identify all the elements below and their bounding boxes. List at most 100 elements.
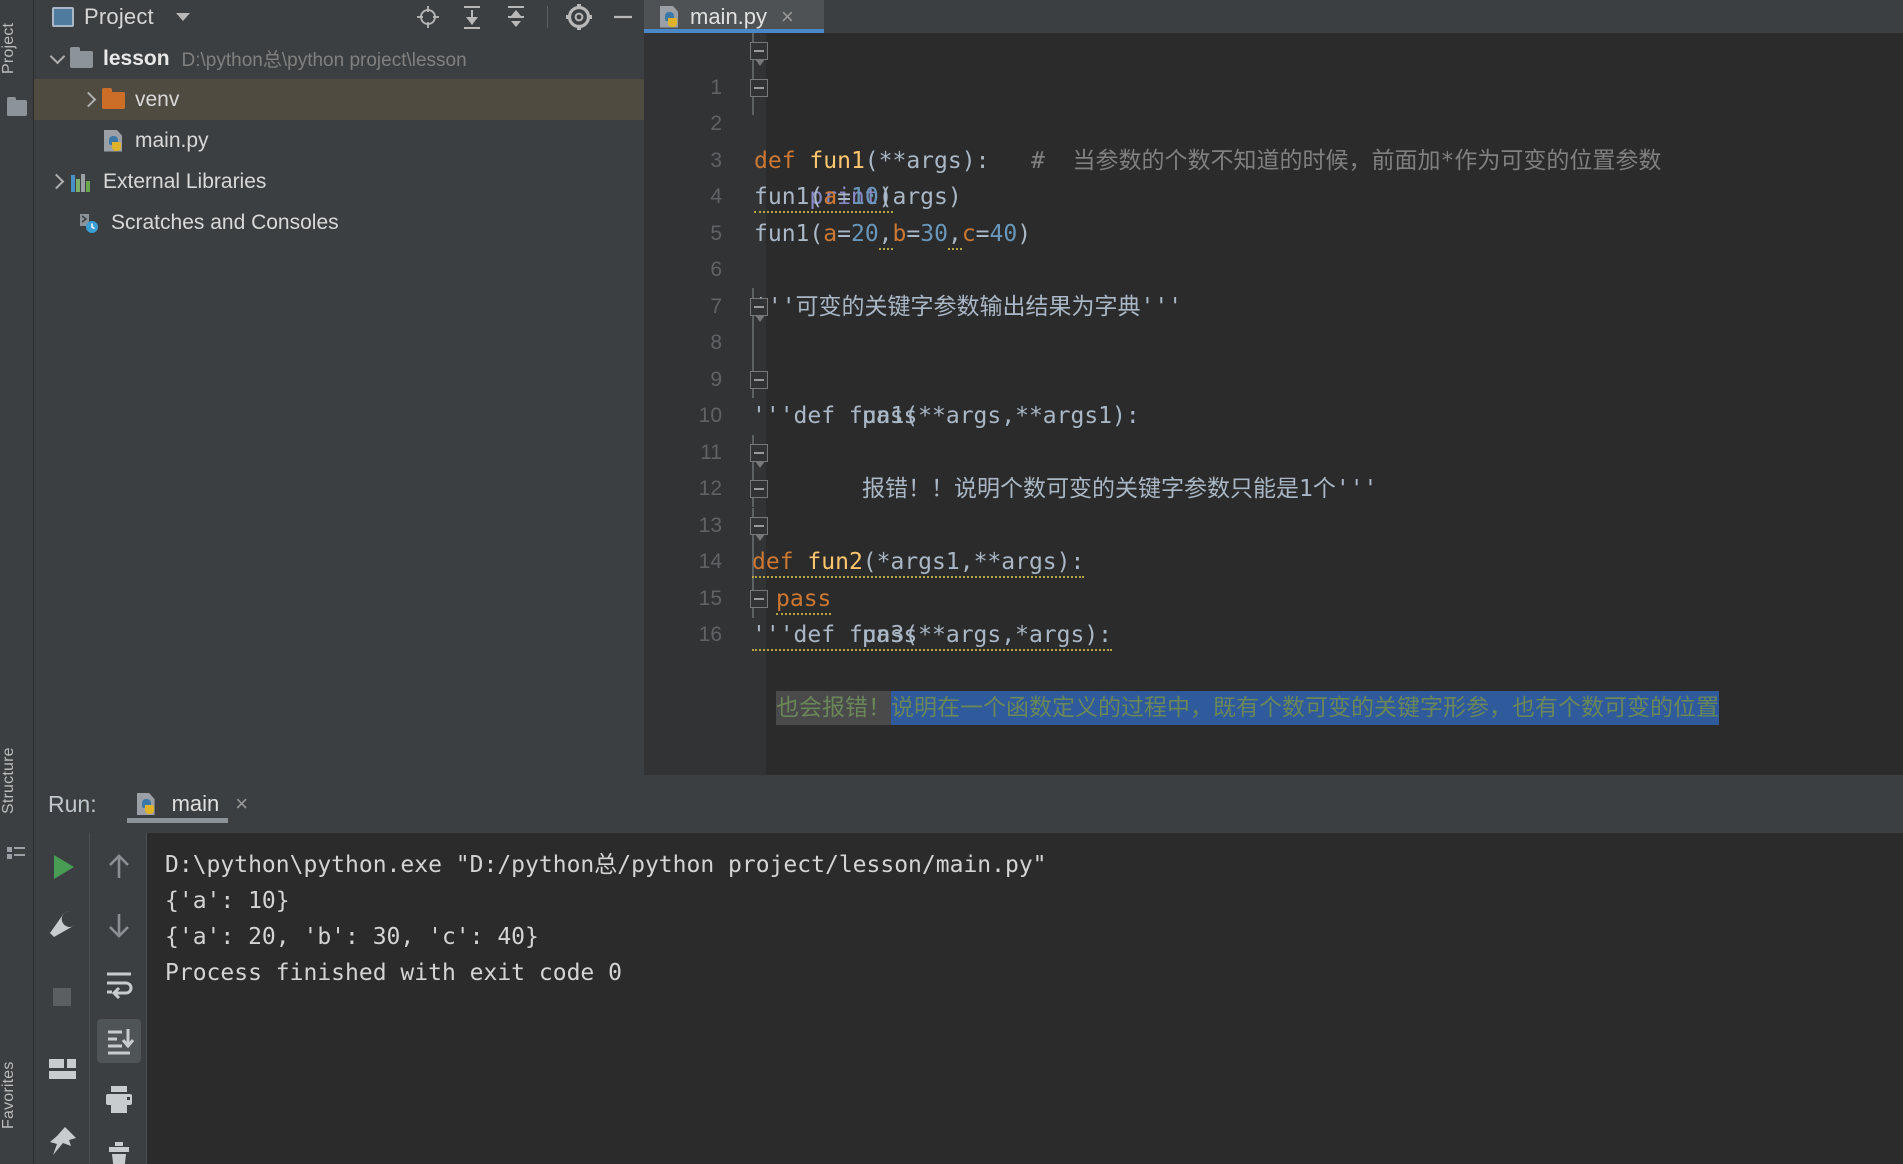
code-line-14[interactable]: 14 '''def fun3(**args,*args): [644,508,1903,651]
code-text: 也会报错！说明在一个函数定义的过程中，既有个数可变的关键字形参，也有个数可变的位… [776,690,1719,727]
chevron-down-icon[interactable] [175,12,190,21]
run-tool-window: Run: main × D:\python\python.exe "D:/pyt… [34,775,1903,1164]
layout-icon[interactable] [40,1047,84,1091]
stop-icon[interactable] [40,975,84,1019]
close-icon[interactable]: × [235,791,248,817]
code-line-6[interactable]: 6 '''可变的关键字参数输出结果为字典''' [644,216,1903,320]
left-tool-rail: Project Structure Favorites [0,0,34,1164]
code-line-5[interactable]: 5 [644,179,1903,245]
rail-button-project[interactable]: Project [0,2,34,94]
run-panel-label: Run: [48,790,97,817]
run-toolbar-secondary [91,833,147,1164]
tree-item-external-libraries[interactable]: External Libraries [34,161,644,202]
fold-toggle-icon[interactable] [750,443,768,468]
project-folder-icon [7,97,27,117]
tree-item-scratches[interactable]: Scratches and Consoles [34,202,644,243]
rail-button-favorites[interactable]: Favorites [0,1035,34,1155]
tree-item-lesson[interactable]: lesson D:\python总\python project\lesson [34,38,644,79]
code-line-7[interactable]: 7 [644,252,1903,318]
project-header-toolbar [415,0,636,33]
code-text: pass [862,622,918,648]
soft-wrap-icon[interactable] [97,961,141,1005]
code-line-16[interactable]: 16 也会报错！说明在一个函数定义的过程中，既有个数可变的关键字形参，也有个数可… [644,581,1903,725]
code-text: '''def fun3(**args,*args): [752,617,1113,654]
code-line-4[interactable]: 4 fun1(a=20,b=30,c=40) [644,143,1903,250]
tree-item-path: D:\python总\python project\lesson [181,50,467,71]
fold-toggle-icon[interactable] [750,370,768,389]
tree-item-label: lesson [103,46,170,70]
run-panel-header: Run: main × [34,775,1903,833]
project-window-icon [52,6,74,27]
run-tab-label: main [171,791,220,816]
arrow-up-icon[interactable] [97,845,141,889]
fold-toggle-icon[interactable] [750,516,768,541]
fold-toggle-icon[interactable] [750,78,768,97]
line-number: 16 [698,623,722,646]
tree-item-venv[interactable]: venv [34,79,644,120]
folder-orange-icon [102,88,126,109]
wrench-icon[interactable] [40,903,84,947]
run-toolbar-primary [34,833,90,1164]
code-lines[interactable]: 1 def fun1(**args): # 当参数的个数不知道的时候，前面加*作… [644,33,1903,775]
run-tab-underline [126,818,229,823]
fold-toggle-icon[interactable] [750,480,768,498]
folder-icon [70,47,94,68]
expand-all-icon[interactable] [459,4,485,30]
arrow-down-icon[interactable] [97,903,141,947]
tree-item-label: main.py [135,128,209,152]
print-icon[interactable] [97,1077,141,1121]
tree-item-label: venv [135,87,180,111]
code-line-1[interactable]: 1 def fun1(**args): # 当参数的个数不知道的时候，前面加*作… [644,33,1903,174]
python-file-icon [135,792,159,816]
pycharm-window: Project Structure Favorites Project less… [0,0,1903,1164]
chevron-right-icon[interactable] [78,88,102,112]
scroll-to-end-icon[interactable] [96,1019,141,1063]
gear-icon[interactable] [566,3,592,30]
editor-tab-bar: main.py × [644,0,1903,33]
scratches-icon [78,212,102,234]
minimize-icon[interactable] [610,4,636,30]
structure-icon [7,845,27,862]
code-line-10[interactable]: 10 报错！！说明个数可变的关键字参数只能是1个''' [644,362,1903,502]
console-line: D:\python\python.exe "D:/python总/python … [165,852,1047,878]
tree-item-label: External Libraries [103,169,267,193]
collapse-all-icon[interactable] [503,4,529,30]
code-line-15[interactable]: 15 pass [644,544,1903,649]
editor-area: main.py × 1 def fun1(**args): # 当参数的个数不知… [644,0,1903,775]
project-tool-window: Project lesson D:\python总\python project… [34,0,644,775]
code-line-8[interactable]: 8 '''def fun1(**args,**args1): [644,289,1903,429]
run-console-output[interactable]: D:\python\python.exe "D:/python总/python … [147,833,1903,1164]
code-selection-grey: 也会报错！ [776,691,891,725]
code-line-3[interactable]: 3 fun1(a=10) [644,106,1903,213]
code-line-9[interactable]: 9 pass [644,325,1903,430]
editor-code-view[interactable]: 1 def fun1(**args): # 当参数的个数不知道的时候，前面加*作… [644,33,1903,775]
tab-label: main.py [690,3,768,29]
console-line: {'a': 10} [165,888,290,914]
close-icon[interactable]: × [781,5,794,28]
project-panel-title: Project [84,3,154,29]
fold-toggle-icon[interactable] [750,297,768,322]
pin-icon[interactable] [40,1119,84,1163]
python-file-icon [102,129,126,153]
code-line-2[interactable]: 2 print(args) [644,70,1903,210]
run-tab-main[interactable]: main × [126,791,259,823]
code-line-12[interactable]: 12 def fun2(*args1,**args): [644,435,1903,578]
locate-icon[interactable] [415,4,441,30]
project-tree[interactable]: lesson D:\python总\python project\lesson … [34,33,644,775]
project-panel-header: Project [34,0,644,33]
code-line-13[interactable]: 13 pass [644,471,1903,615]
console-line: {'a': 20, 'b': 30, 'c': 40} [165,924,539,950]
fold-toggle-icon[interactable] [750,42,768,66]
code-line-11[interactable]: 11 [644,398,1903,464]
trash-icon[interactable] [97,1135,141,1164]
tab-main-py[interactable]: main.py × [644,0,824,33]
fold-toggle-icon[interactable] [750,589,768,608]
code-selection-blue: 说明在一个函数定义的过程中，既有个数可变的关键字形参，也有个数可变的位置 [891,691,1719,725]
rail-button-structure[interactable]: Structure [0,720,34,842]
tree-item-main-py[interactable]: main.py [34,120,644,161]
chevron-down-icon[interactable] [46,47,70,71]
python-file-icon [658,5,682,29]
chevron-right-icon[interactable] [46,170,70,194]
toolbar-divider [547,5,548,28]
run-icon[interactable] [40,845,84,889]
